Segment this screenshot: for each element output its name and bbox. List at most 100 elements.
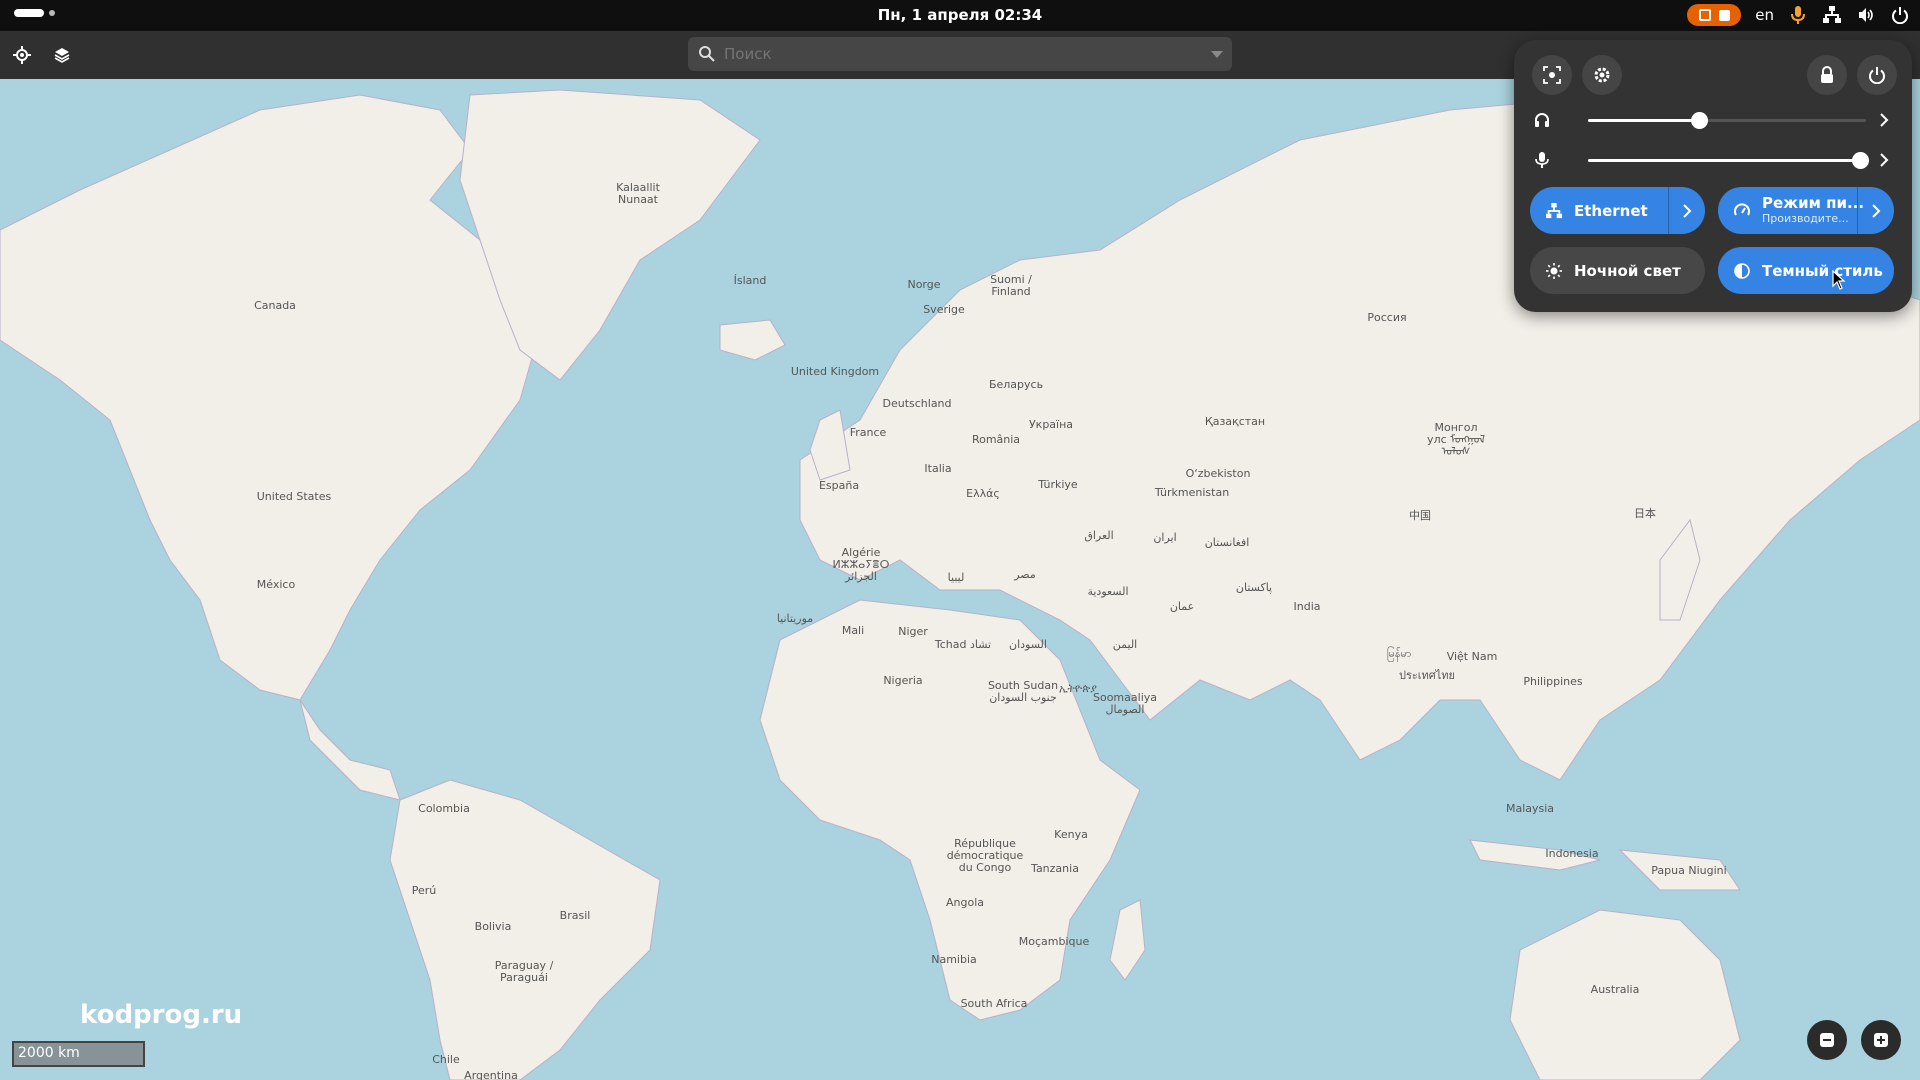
output-volume-slider[interactable] [1588, 112, 1866, 129]
map-place-label: ليبيا [947, 571, 965, 584]
power-icon [1869, 67, 1885, 84]
map-place-label: مصر [1014, 568, 1036, 581]
mouse-cursor-icon [1832, 270, 1846, 290]
map-place-label: العراق [1084, 529, 1114, 542]
map-place-label: ایران [1153, 531, 1177, 544]
map-place-label: ประเทศไทย [1398, 669, 1456, 682]
map-place-label: México [256, 578, 296, 591]
map-place-label: Deutschland [882, 397, 952, 410]
night-light-label: Ночной свет [1574, 261, 1681, 280]
map-place-label: Россия [1367, 311, 1407, 324]
map-place-label: France [849, 426, 887, 439]
map-place-label: Philippines [1523, 675, 1583, 688]
output-device-expand-button[interactable] [1874, 110, 1894, 130]
map-place-label: O‘zbekiston [1185, 467, 1251, 480]
volume-icon [1856, 5, 1876, 25]
map-place-label: السودان [1009, 638, 1047, 651]
screenshot-icon [1543, 66, 1561, 84]
lock-button[interactable] [1807, 55, 1847, 95]
night-light-toggle[interactable]: Ночной свет [1530, 247, 1705, 294]
dark-style-toggle[interactable]: Темный стиль [1718, 247, 1894, 294]
keyboard-layout[interactable]: en [1755, 6, 1774, 24]
map-place-label: România [971, 433, 1021, 446]
map-place-label: Norge [907, 278, 941, 291]
map-place-label: اليمن [1112, 638, 1138, 651]
map-place-label: Kenya [1054, 828, 1088, 841]
map-place-label: Namibia [931, 953, 977, 966]
input-volume-handle[interactable] [1852, 152, 1870, 169]
microphone-icon [1532, 150, 1552, 170]
input-volume-slider[interactable] [1588, 152, 1870, 169]
map-place-label: Papua Niugini [1651, 864, 1727, 877]
screencast-icon [1698, 9, 1711, 21]
map-place-label: افغانستان [1204, 536, 1250, 549]
system-tray[interactable]: en [1687, 4, 1910, 26]
map-scale: 2000 km [12, 1041, 145, 1067]
stop-icon [1718, 9, 1730, 21]
zoom-in-button[interactable] [1861, 1020, 1901, 1060]
clock[interactable]: Пн, 1 апреля 02:34 [0, 6, 1920, 24]
map-place-label: Kalaallit Nunaat [616, 181, 660, 206]
headphones-icon [1532, 110, 1552, 130]
map-place-label: السعودية [1087, 585, 1129, 598]
ethernet-toggle[interactable]: Ethernet [1530, 187, 1705, 234]
map-place-label: Sverige [923, 303, 965, 316]
map-place-label: Tchad تشاد [934, 638, 992, 651]
search-dropdown-button[interactable] [1200, 41, 1234, 69]
map-place-label: Algérie ⵍⵣⵣⴰⵢⴻⵔ الجزائر [832, 546, 890, 583]
top-bar: Пн, 1 апреля 02:34 en [0, 0, 1920, 31]
layers-icon [54, 48, 70, 63]
input-device-expand-button[interactable] [1874, 150, 1894, 170]
night-light-icon [1544, 261, 1564, 281]
locate-me-button[interactable] [8, 41, 36, 69]
lock-icon [1821, 66, 1833, 83]
map-place-label: Україна [1028, 418, 1074, 431]
map-place-label: Türkiye [1038, 478, 1078, 491]
map-place-label: United States [256, 490, 332, 503]
zoom-out-button[interactable] [1807, 1020, 1847, 1060]
ethernet-expand-button[interactable] [1668, 187, 1706, 234]
map-place-label: Argentina [464, 1069, 518, 1080]
map-place-label: Mali [841, 624, 865, 637]
map-place-label: Soomaaliya الصومال [1092, 691, 1158, 716]
layers-button[interactable] [48, 41, 76, 69]
plus-icon [1874, 1033, 1888, 1047]
map-place-label: Brasil [559, 909, 591, 922]
map-place-label: Chile [432, 1053, 460, 1066]
input-volume-row [1532, 148, 1894, 172]
map-place-label: Niger [898, 625, 928, 638]
map-place-label: Italia [924, 462, 952, 475]
chevron-right-icon [1683, 203, 1692, 218]
screenshot-button[interactable] [1532, 55, 1572, 95]
screen-recording-icon[interactable] [1687, 4, 1742, 26]
map-place-label: Ísland [733, 274, 767, 287]
power-menu-button[interactable] [1857, 55, 1897, 95]
settings-button[interactable] [1582, 55, 1622, 95]
map-place-label: Suomi / Finland [990, 273, 1032, 298]
map-place-label: 日本 [1634, 507, 1656, 520]
power-mode-expand-button[interactable] [1857, 187, 1895, 234]
chevron-right-icon [1880, 113, 1889, 127]
map-place-label: Colombia [418, 802, 470, 815]
map-place-label: 中国 [1409, 509, 1431, 522]
map-place-label: España [818, 479, 860, 492]
network-icon [1544, 201, 1564, 221]
map-place-label: South Africa [960, 997, 1028, 1010]
map-place-label: Bolivia [474, 920, 512, 933]
search-field[interactable] [688, 37, 1232, 71]
map-place-label: عمان [1169, 600, 1195, 613]
map-place-label: India [1293, 600, 1321, 613]
map-place-label: République démocratique du Congo [946, 837, 1024, 874]
output-volume-fill [1588, 119, 1700, 122]
map-place-label: Ελλάς [966, 487, 1000, 500]
output-volume-row [1532, 108, 1894, 132]
map-place-label: پاکستان [1235, 581, 1273, 594]
power-mode-toggle[interactable]: Режим пи... Производите... [1718, 187, 1894, 234]
map-place-label: Қазақстан [1204, 415, 1266, 428]
map-place-label: ኢትዮጵያ [1059, 682, 1097, 695]
map-place-label: Angola [945, 896, 985, 909]
quick-settings-menu: Ethernet Режим пи... Производите... Ночн… [1514, 40, 1912, 312]
output-volume-handle[interactable] [1691, 112, 1709, 129]
search-input[interactable] [722, 44, 1232, 64]
map-place-label: Australia [1590, 983, 1640, 996]
